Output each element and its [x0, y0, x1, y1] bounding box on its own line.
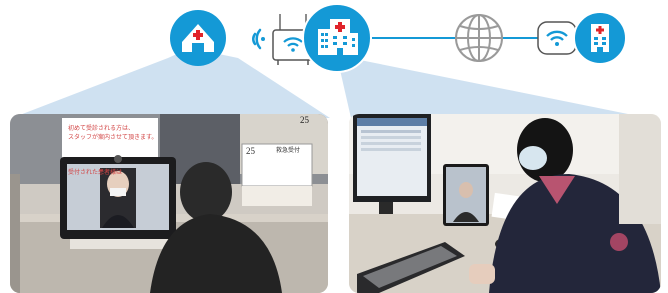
sign-text-line2: スタッフが案内させて頂きます。	[68, 135, 158, 141]
wifi-signal-waves-icon	[238, 24, 268, 54]
reception-telemedicine-photo: 初めて受診される方は、 スタッフが案内させて頂きます。 受付された患者様は 25…	[10, 114, 328, 293]
sign-text-line3: 受付された患者様は	[68, 170, 123, 176]
hospital-building-icon	[302, 3, 372, 73]
counter-number-top: 25	[300, 115, 309, 125]
home-with-red-cross-icon	[170, 10, 226, 66]
hospital-building-icon	[573, 11, 627, 65]
sign-text-line1: 初めて受診される方は、	[68, 126, 135, 132]
counter-number: 25	[246, 146, 255, 156]
globe-icon	[454, 12, 504, 64]
desk-label: 救急受付	[276, 148, 301, 154]
hospital-staff-tablet-photo	[349, 114, 661, 293]
wifi-icon	[537, 21, 577, 55]
